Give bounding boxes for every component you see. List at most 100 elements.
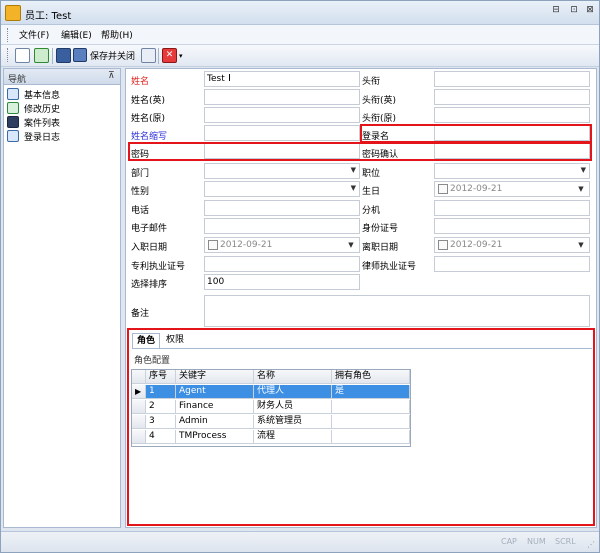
hire-date-checkbox[interactable] xyxy=(208,240,218,250)
resize-grip-icon[interactable]: ⋰ xyxy=(587,540,595,549)
title-orig-input[interactable] xyxy=(434,107,590,123)
chevron-down-icon[interactable]: ▼ xyxy=(575,183,587,195)
grid-header-has-role[interactable]: 拥有角色 xyxy=(332,370,410,384)
table-row-cell[interactable]: 是 xyxy=(332,385,410,399)
password-highlight-box xyxy=(128,142,592,161)
chevron-down-icon[interactable]: ▼ xyxy=(575,239,587,251)
nav-item-label: 修改历史 xyxy=(24,102,60,115)
nav-item-cases[interactable]: 案件列表 xyxy=(6,115,118,129)
name-input[interactable]: Test I xyxy=(204,71,360,87)
history-icon xyxy=(7,102,19,114)
title-en-input[interactable] xyxy=(434,89,590,105)
patent-cert-input[interactable] xyxy=(204,256,360,272)
toolbar: 保存并关闭 ✕ ▾ xyxy=(1,45,599,67)
save-close-button[interactable]: 保存并关闭 xyxy=(73,48,135,62)
grid-header-name[interactable]: 名称 xyxy=(254,370,332,384)
row-indicator-icon: ▶ xyxy=(132,385,146,399)
position-combo[interactable]: ▼ xyxy=(434,163,590,179)
notes-textarea[interactable] xyxy=(204,295,590,327)
grid-header-index[interactable]: 序号 xyxy=(146,370,176,384)
row-indicator xyxy=(132,400,146,414)
name-en-input[interactable] xyxy=(204,89,360,105)
table-row-cell[interactable]: 1 xyxy=(146,385,176,399)
sort-label: 选择排序 xyxy=(131,277,167,290)
nav-title: 导航 xyxy=(8,72,26,85)
leave-date-picker[interactable]: 2012-09-21 ▼ xyxy=(434,237,590,253)
delete-icon[interactable]: ✕ xyxy=(162,48,177,63)
birthday-picker[interactable]: 2012-09-21 ▼ xyxy=(434,181,590,197)
new-icon[interactable] xyxy=(15,48,30,63)
status-num: NUM xyxy=(527,537,546,546)
leave-date-value: 2012-09-21 xyxy=(450,240,502,250)
menu-file[interactable]: 文件(F) xyxy=(19,28,49,41)
abbr-input[interactable] xyxy=(204,125,360,141)
tab-roles[interactable]: 角色 xyxy=(132,333,160,349)
phone-input[interactable] xyxy=(204,200,360,216)
gender-combo[interactable]: ▼ xyxy=(204,181,360,197)
tab-permissions[interactable]: 权限 xyxy=(162,333,188,349)
table-row-cell[interactable]: 3 xyxy=(146,415,176,429)
save-icon[interactable] xyxy=(56,48,71,63)
table-row-cell[interactable]: 4 xyxy=(146,430,176,444)
text-cursor: I xyxy=(228,73,231,84)
document-icon xyxy=(7,88,19,100)
patent-cert-label: 专利执业证号 xyxy=(131,259,185,272)
log-icon xyxy=(7,130,19,142)
roles-section-title: 角色配置 xyxy=(134,353,170,366)
dept-combo[interactable]: ▼ xyxy=(204,163,360,179)
name-en-label: 姓名(英) xyxy=(131,93,165,106)
nav-item-basic-info[interactable]: 基本信息 xyxy=(6,87,118,101)
close-button[interactable]: ⊠ xyxy=(583,5,597,17)
table-row-cell[interactable]: 流程 xyxy=(254,430,332,444)
title-input[interactable] xyxy=(434,71,590,87)
minimize-button[interactable]: ⊟ xyxy=(549,5,563,17)
status-scrl: SCRL xyxy=(555,537,576,546)
table-row-cell[interactable]: 代理人 xyxy=(254,385,332,399)
row-indicator xyxy=(132,430,146,444)
name-label: 姓名 xyxy=(131,74,149,87)
menu-help[interactable]: 帮助(H) xyxy=(101,28,133,41)
chevron-down-icon[interactable]: ▼ xyxy=(345,239,357,251)
leave-date-checkbox[interactable] xyxy=(438,240,448,250)
menu-grip xyxy=(7,28,9,42)
hire-date-label: 入职日期 xyxy=(131,240,167,253)
toolbar-separator xyxy=(52,48,53,64)
birthday-checkbox[interactable] xyxy=(438,184,448,194)
phone-label: 电话 xyxy=(131,203,149,216)
name-orig-input[interactable] xyxy=(204,107,360,123)
toolbar-overflow-icon[interactable]: ▾ xyxy=(179,52,183,60)
nav-item-history[interactable]: 修改历史 xyxy=(6,101,118,115)
maximize-button[interactable]: ⊡ xyxy=(567,5,581,17)
name-value: Test xyxy=(207,74,225,84)
save-close-icon xyxy=(73,48,87,62)
nav-item-login-log[interactable]: 登录日志 xyxy=(6,129,118,143)
email-input[interactable] xyxy=(204,218,360,234)
menu-edit[interactable]: 编辑(E) xyxy=(61,28,92,41)
table-row-cell[interactable]: TMProcess xyxy=(176,430,254,444)
roles-grid[interactable]: 序号 关键字 名称 拥有角色 ▶ 1 Agent 代理人 是 2 Finance… xyxy=(131,369,411,447)
sort-input[interactable]: 100 xyxy=(204,274,360,290)
pin-icon[interactable]: ⊼ xyxy=(108,71,115,81)
lawyer-cert-input[interactable] xyxy=(434,256,590,272)
table-row-cell[interactable]: 财务人员 xyxy=(254,400,332,414)
employee-form: 姓名 Test I 姓名(英) 姓名(原) 姓名缩写 密码 部门 ▼ 性别 ▼ … xyxy=(125,68,597,528)
table-row-cell[interactable]: 系统管理员 xyxy=(254,415,332,429)
sort-value: 100 xyxy=(207,277,224,287)
table-row-cell[interactable] xyxy=(332,400,410,414)
table-row-cell[interactable]: Finance xyxy=(176,400,254,414)
grid-header-key[interactable]: 关键字 xyxy=(176,370,254,384)
table-row-cell[interactable]: Agent xyxy=(176,385,254,399)
hire-date-picker[interactable]: 2012-09-21 ▼ xyxy=(204,237,360,253)
menu-bar: 文件(F) 编辑(E) 帮助(H) xyxy=(1,25,599,45)
copy-icon[interactable] xyxy=(141,48,156,63)
table-row-cell[interactable] xyxy=(332,430,410,444)
refresh-icon[interactable] xyxy=(34,48,49,63)
title-label: 头衔 xyxy=(362,74,380,87)
table-row-cell[interactable]: 2 xyxy=(146,400,176,414)
id-input[interactable] xyxy=(434,218,590,234)
table-row-cell[interactable] xyxy=(332,415,410,429)
navigation-pane: 导航 ⊼ 基本信息 修改历史 案件列表 登录日志 xyxy=(3,68,121,528)
id-label: 身份证号 xyxy=(362,221,398,234)
table-row-cell[interactable]: Admin xyxy=(176,415,254,429)
ext-input[interactable] xyxy=(434,200,590,216)
